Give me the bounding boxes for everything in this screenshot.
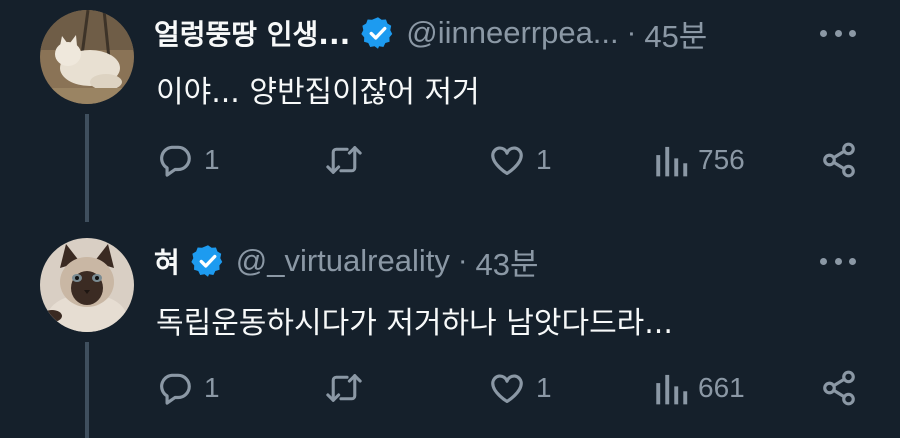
user-handle[interactable]: @iinneerrpea... [406,15,618,51]
thread-line [85,114,89,222]
timestamp[interactable]: 45분 [644,11,707,56]
action-bar: 1 1 661 [156,368,866,408]
reply-count: 1 [204,372,220,403]
reply-button[interactable]: 1 [156,368,220,408]
action-bar: 1 1 756 [156,140,866,180]
tweet-text: 독립운동하시다가 저거하나 남앗다드라... [156,306,673,341]
like-button[interactable]: 1 [488,368,552,408]
share-button[interactable] [820,368,858,408]
cat-avatar-icon [40,238,134,332]
retweet-button[interactable] [324,140,374,180]
retweet-button[interactable] [324,368,374,408]
user-handle[interactable]: @_virtualreality [236,243,450,279]
separator-dot: · [457,244,468,277]
separator-dot: · [626,16,637,49]
timestamp[interactable]: 43분 [476,239,539,284]
avatar[interactable] [40,238,134,332]
verified-badge-icon[interactable] [190,243,226,279]
tweet-header: 혀 @_virtualreality · 43분 [154,238,539,284]
bar-chart-icon [656,146,688,177]
verified-badge-icon[interactable] [360,15,396,51]
view-count: 756 [698,144,745,175]
like-button[interactable]: 1 [488,140,552,180]
tweet[interactable]: 혀 @_virtualreality · 43분 독립운동하시다가 저거하나 남… [0,222,900,438]
more-options-icon[interactable] [820,27,856,39]
cat-avatar-icon [40,10,134,104]
reply-button[interactable]: 1 [156,140,220,180]
views-button[interactable]: 756 [654,140,745,180]
views-button[interactable]: 661 [654,368,745,408]
heart-icon [491,374,523,404]
reply-icon [160,373,191,405]
retweet-icon [326,146,362,174]
display-name[interactable]: 얼렁뚱땅 인생... [154,13,350,53]
like-count: 1 [536,372,552,403]
tweet-text: 이야... 양반집이잖어 저거 [156,75,480,110]
share-icon [823,370,855,406]
heart-icon [491,146,523,176]
tweet-header: 얼렁뚱땅 인생... @iinneerrpea... · 45분 [154,10,707,56]
avatar[interactable] [40,10,134,104]
view-count: 661 [698,372,745,403]
reply-icon [160,145,191,177]
more-options-icon[interactable] [820,255,856,267]
share-button[interactable] [820,140,858,180]
tweet[interactable]: 얼렁뚱땅 인생... @iinneerrpea... · 45분 이야... 양… [0,0,900,222]
share-icon [823,142,855,178]
reply-count: 1 [204,144,220,175]
bar-chart-icon [656,374,688,405]
retweet-icon [326,374,362,402]
thread-line [85,342,89,438]
display-name[interactable]: 혀 [154,241,180,281]
like-count: 1 [536,144,552,175]
